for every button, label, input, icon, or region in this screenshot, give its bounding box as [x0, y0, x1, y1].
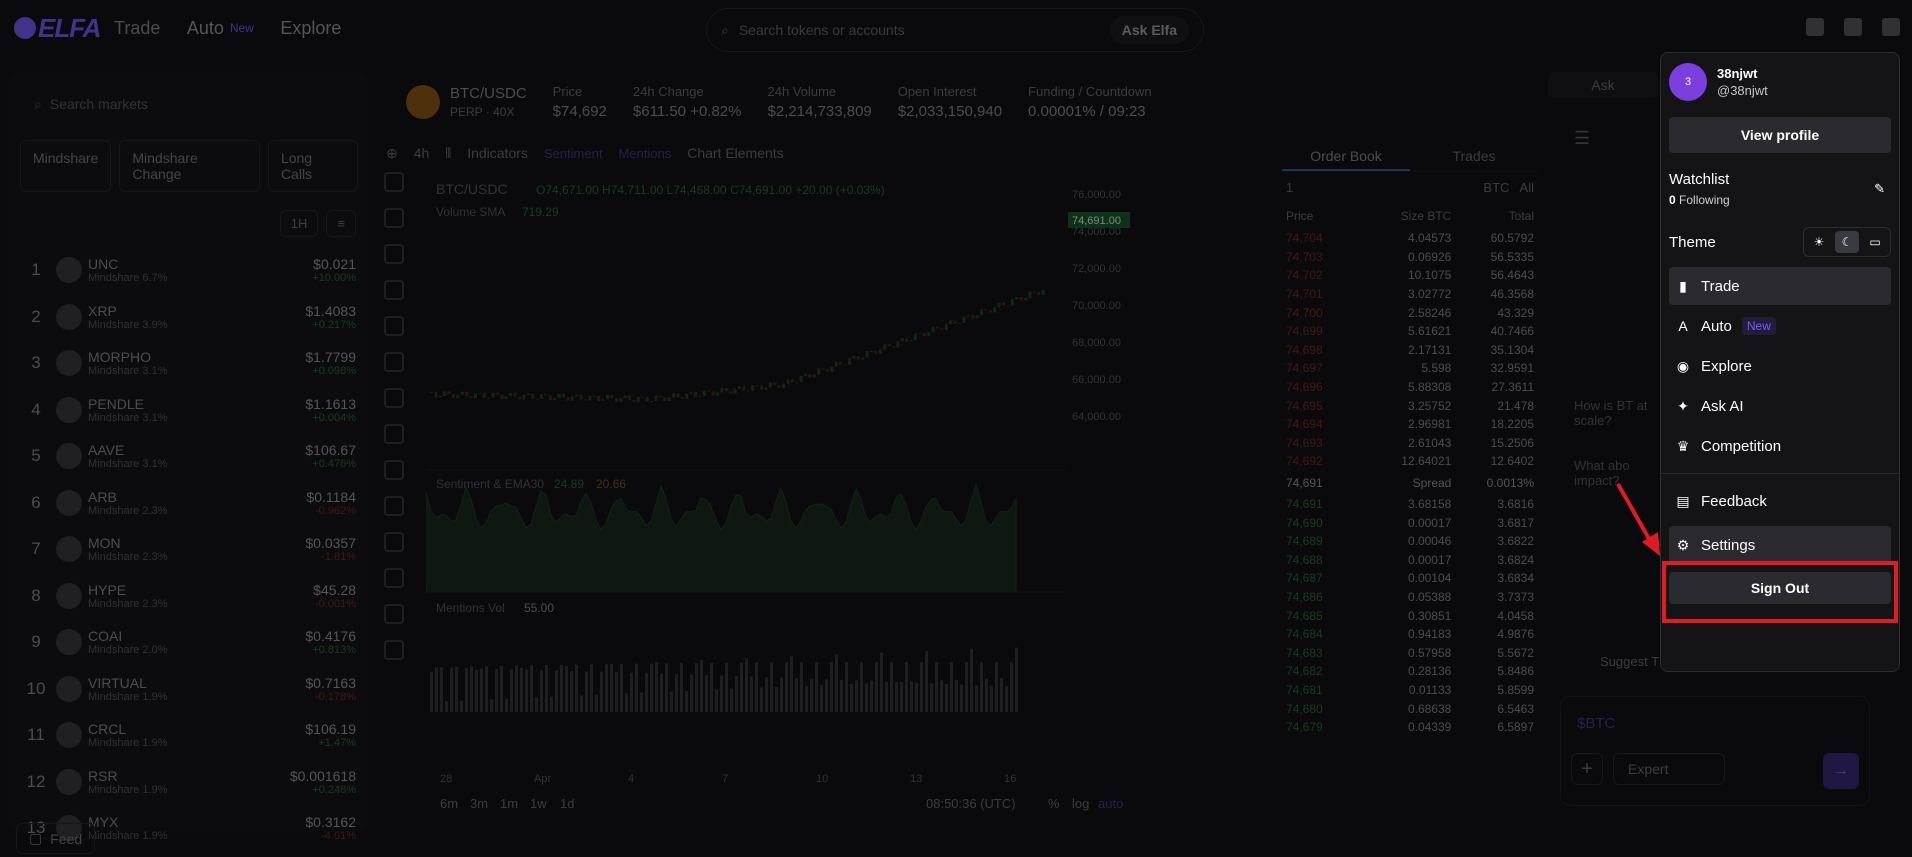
trade-icon: ▮ [1679, 277, 1687, 294]
menu-item-ask-ai[interactable]: ✦ Ask AI [1669, 387, 1891, 425]
profile-menu: 3 38njwt @38njwt View profile Watchlist 0… [1660, 52, 1900, 672]
menu-items: ▮ Trade A Auto New ◉ Explore ✦ Ask AI ♛ Competitio… [1661, 267, 1899, 465]
auto-icon: A [1678, 318, 1688, 334]
menu-item-label: Competition [1701, 437, 1782, 455]
theme-label: Theme [1669, 233, 1716, 251]
monitor-icon[interactable]: ▭ [1863, 231, 1887, 253]
user-handle: @38njwt [1717, 83, 1768, 98]
menu-item-label: Auto [1701, 317, 1732, 335]
dim-overlay [0, 0, 1912, 857]
sign-out-button[interactable]: Sign Out [1669, 572, 1891, 604]
app-window: ELFA Trade Auto New Explore ⌕ Search toke… [0, 0, 1912, 857]
menu-item-trade[interactable]: ▮ Trade [1669, 267, 1891, 305]
settings-label: Settings [1701, 536, 1756, 554]
watchlist-section[interactable]: Watchlist 0 Following ✎ [1661, 159, 1899, 207]
moon-icon[interactable]: ☾ [1835, 231, 1859, 253]
following-count: 0 [1669, 193, 1676, 207]
feedback-item[interactable]: ▤ Feedback [1669, 482, 1891, 520]
red-arrow [1616, 483, 1660, 556]
feedback-label: Feedback [1701, 492, 1767, 510]
menu-divider [1661, 473, 1899, 474]
menu-item-label: Trade [1701, 277, 1740, 295]
theme-switch: ☀ ☾ ▭ [1803, 227, 1891, 257]
settings-item[interactable]: ⚙ Settings [1669, 526, 1891, 564]
following-label: Following [1679, 193, 1730, 207]
edit-icon[interactable]: ✎ [1874, 181, 1885, 197]
new-badge: New [1741, 317, 1776, 335]
user-name: 38njwt [1717, 66, 1758, 81]
menu-item-competition[interactable]: ♛ Competition [1669, 427, 1891, 465]
menu-item-label: Explore [1701, 357, 1752, 375]
view-profile-button[interactable]: View profile [1669, 117, 1891, 153]
competition-icon: ♛ [1676, 437, 1690, 454]
avatar: 3 [1669, 63, 1707, 101]
menu-item-explore[interactable]: ◉ Explore [1669, 347, 1891, 385]
user-header: 3 38njwt @38njwt [1661, 53, 1899, 111]
explore-icon: ◉ [1676, 357, 1690, 374]
gear-icon: ⚙ [1676, 536, 1690, 553]
menu-item-label: Ask AI [1701, 397, 1744, 415]
theme-row: Theme ☀ ☾ ▭ [1661, 207, 1899, 267]
sun-icon[interactable]: ☀ [1807, 231, 1831, 253]
watchlist-title: Watchlist [1669, 171, 1730, 188]
feedback-icon: ▤ [1676, 492, 1690, 509]
menu-item-auto[interactable]: A Auto New [1669, 307, 1891, 345]
ask-ai-icon: ✦ [1677, 397, 1689, 414]
